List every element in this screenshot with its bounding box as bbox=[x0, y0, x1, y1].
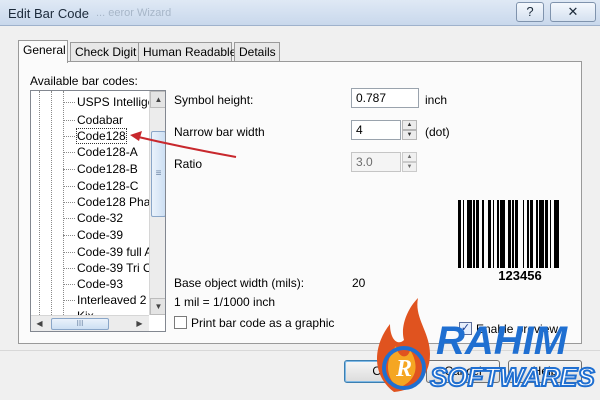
chevron-down-icon[interactable]: ▼ bbox=[402, 162, 417, 172]
barcode-bar bbox=[473, 200, 475, 268]
ratio-input[interactable]: 3.0 bbox=[351, 152, 401, 172]
horizontal-scroll-thumb[interactable]: III bbox=[51, 318, 109, 330]
scroll-left-icon[interactable]: ◀ bbox=[31, 316, 48, 331]
ratio-stepper[interactable]: ▲ ▼ bbox=[402, 152, 417, 172]
scroll-down-icon[interactable]: ▼ bbox=[150, 298, 165, 315]
base-width-label: Base object width (mils): bbox=[174, 276, 305, 290]
chevron-up-icon[interactable]: ▲ bbox=[402, 120, 417, 130]
barcode-bar bbox=[476, 200, 479, 268]
barcode-bar bbox=[522, 200, 524, 268]
scroll-up-icon[interactable]: ▲ bbox=[150, 91, 165, 108]
barcode-bar bbox=[467, 200, 472, 268]
background-window-title: ... eeror Wizard bbox=[96, 7, 172, 19]
barcode-bar bbox=[536, 200, 538, 268]
list-item[interactable]: Code-39 bbox=[63, 226, 149, 244]
chevron-up-icon[interactable]: ▲ bbox=[402, 152, 417, 162]
narrow-bar-width-unit: (dot) bbox=[425, 125, 450, 139]
barcode-bar bbox=[515, 200, 518, 268]
list-item[interactable]: Code-32 bbox=[63, 209, 149, 227]
tab-human-readable[interactable]: Human Readable bbox=[138, 42, 236, 62]
barcode-bar bbox=[500, 200, 505, 268]
barcode-bar bbox=[458, 200, 461, 268]
barcode-list[interactable]: USPS Intelligent Mail Codabar Code128 Co… bbox=[30, 90, 166, 332]
list-item[interactable]: Code128-B bbox=[63, 160, 149, 178]
barcode-bar bbox=[488, 200, 491, 268]
close-title-button[interactable]: ✕ bbox=[550, 2, 596, 22]
available-barcodes-label: Available bar codes: bbox=[30, 74, 138, 88]
barcode-bar bbox=[530, 200, 533, 268]
title-bar: Edit Bar Code ... eeror Wizard ? ✕ bbox=[0, 0, 600, 26]
barcode-bar bbox=[497, 200, 499, 268]
mil-note: 1 mil = 1/1000 inch bbox=[174, 295, 276, 309]
narrow-bar-width-input[interactable]: 4 bbox=[351, 120, 401, 140]
symbol-height-label: Symbol height: bbox=[174, 93, 254, 107]
barcode-bar bbox=[512, 200, 514, 268]
barcode-bar bbox=[545, 200, 548, 268]
list-vertical-scrollbar[interactable]: ▲ ≡ ▼ bbox=[149, 91, 165, 315]
base-width-value: 20 bbox=[352, 276, 366, 290]
barcode-bar bbox=[527, 200, 529, 268]
barcode-bar bbox=[539, 200, 544, 268]
help-title-button[interactable]: ? bbox=[516, 2, 544, 22]
tree-guide-line bbox=[39, 91, 40, 315]
close-icon: ✕ bbox=[567, 4, 579, 19]
tree-guide-line bbox=[51, 91, 52, 315]
print-graphic-label: Print bar code as a graphic bbox=[191, 316, 335, 330]
barcode-bar bbox=[507, 200, 511, 268]
question-icon: ? bbox=[526, 4, 534, 19]
symbol-height-input[interactable]: 0.787 bbox=[351, 88, 419, 108]
watermark-logo: R RAHIM SOFTWARES bbox=[377, 298, 596, 393]
barcode-preview-text: 123456 bbox=[498, 268, 542, 283]
barcode-bar bbox=[492, 200, 494, 268]
scroll-right-icon[interactable]: ▶ bbox=[131, 316, 148, 331]
window-title: Edit Bar Code bbox=[8, 6, 89, 21]
barcode-bar bbox=[549, 200, 551, 268]
logo-brand-top: RAHIM bbox=[436, 319, 569, 363]
barcode-bar bbox=[482, 200, 484, 268]
ratio-label: Ratio bbox=[174, 157, 203, 171]
grip-icon: ≡ bbox=[155, 168, 162, 179]
print-graphic-checkbox[interactable] bbox=[174, 316, 187, 329]
tab-details[interactable]: Details bbox=[234, 42, 280, 62]
symbol-height-unit: inch bbox=[425, 93, 448, 107]
chevron-down-icon[interactable]: ▼ bbox=[402, 130, 417, 140]
barcode-bar bbox=[554, 200, 559, 268]
logo-brand-bottom: SOFTWARES bbox=[430, 362, 595, 392]
barcode-bar bbox=[462, 200, 464, 268]
narrow-bar-width-stepper[interactable]: ▲ ▼ bbox=[402, 120, 417, 140]
tab-general[interactable]: General bbox=[18, 40, 68, 63]
logo-monogram: R bbox=[395, 356, 412, 382]
list-horizontal-scrollbar[interactable]: ◀ III ▶ bbox=[31, 315, 149, 331]
barcode-preview bbox=[458, 200, 582, 268]
list-item[interactable]: USPS Intelligent Mail bbox=[63, 93, 149, 111]
narrow-bar-width-label: Narrow bar width bbox=[174, 125, 265, 139]
